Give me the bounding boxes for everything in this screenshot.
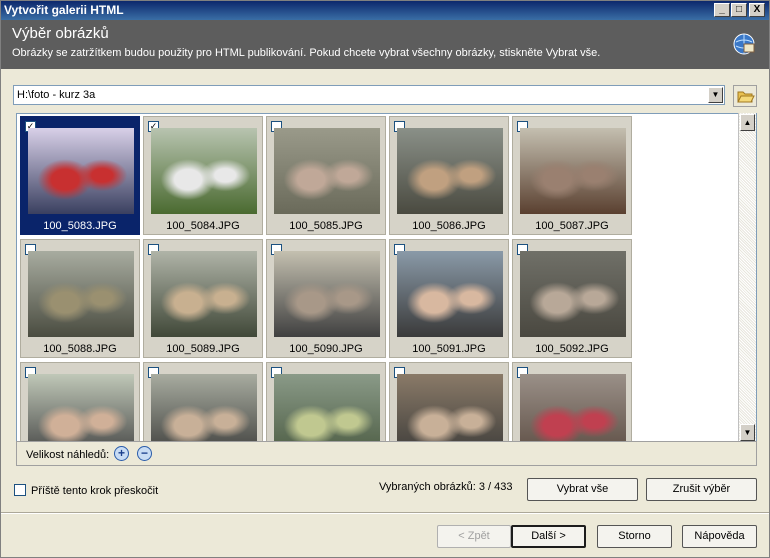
thumbnail-filename: 100_5090.JPG bbox=[289, 343, 363, 355]
thumbnail-filename: 100_5087.JPG bbox=[535, 220, 609, 232]
thumbnail-item[interactable]: 100_5090.JPG bbox=[266, 239, 386, 358]
thumbnail-item[interactable]: ✓ 100_5084.JPG bbox=[143, 116, 263, 235]
thumbnail-image bbox=[397, 374, 503, 441]
next-button[interactable]: Další > bbox=[511, 525, 586, 548]
page-subtitle: Obrázky se zatržítkem budou použity pro … bbox=[12, 47, 601, 59]
thumbnail-image bbox=[151, 251, 257, 337]
thumbnail-image bbox=[28, 128, 134, 214]
browse-folder-button[interactable] bbox=[733, 85, 757, 107]
thumbnail-item[interactable] bbox=[266, 362, 386, 441]
thumbnail-item[interactable]: 100_5087.JPG bbox=[512, 116, 632, 235]
thumbnail-image bbox=[274, 128, 380, 214]
thumbnail-image bbox=[520, 251, 626, 337]
maximize-button[interactable]: □ bbox=[731, 3, 747, 17]
thumbnail-item[interactable]: 100_5088.JPG bbox=[20, 239, 140, 358]
folder-path-combo[interactable]: H:\foto - kurz 3a ▼ bbox=[13, 85, 725, 105]
thumbnail-size-label: Velikost náhledů: bbox=[26, 449, 110, 461]
thumbnail-item[interactable]: 100_5085.JPG bbox=[266, 116, 386, 235]
thumbnail-filename: 100_5088.JPG bbox=[43, 343, 117, 355]
skip-step-label[interactable]: Příště tento krok přeskočit bbox=[31, 485, 158, 497]
selected-count: Vybraných obrázků: 3 / 433 bbox=[379, 481, 513, 493]
help-button[interactable]: Nápověda bbox=[682, 525, 757, 548]
thumbnail-item[interactable] bbox=[143, 362, 263, 441]
title-bar: Vytvořit galerii HTML _ □ X bbox=[0, 0, 770, 20]
thumbnail-item[interactable] bbox=[512, 362, 632, 441]
window-title: Vytvořit galerii HTML bbox=[4, 3, 124, 17]
thumbnail-scrollbar[interactable]: ▲ ▼ bbox=[738, 113, 756, 442]
thumbnail-filename: 100_5083.JPG bbox=[43, 220, 117, 232]
thumbnail-image bbox=[28, 251, 134, 337]
thumbnail-image bbox=[151, 374, 257, 441]
zoom-in-icon[interactable]: + bbox=[114, 446, 129, 461]
thumbnail-filename: 100_5086.JPG bbox=[412, 220, 486, 232]
minimize-button[interactable]: _ bbox=[714, 3, 730, 17]
thumbnail-item[interactable] bbox=[20, 362, 140, 441]
thumbnail-item[interactable]: ✓ 100_5083.JPG bbox=[20, 116, 140, 235]
thumbnail-item[interactable] bbox=[389, 362, 509, 441]
thumbnail-image bbox=[397, 251, 503, 337]
thumbnail-grid[interactable]: ✓ 100_5083.JPG ✓ 100_5084.JPG 100_5085.JPG 10… bbox=[16, 113, 757, 442]
thumbnail-filename: 100_5084.JPG bbox=[166, 220, 240, 232]
thumbnail-image bbox=[28, 374, 134, 441]
thumbnail-image bbox=[274, 374, 380, 441]
thumbnail-image bbox=[274, 251, 380, 337]
clear-selection-button[interactable]: Zrušit výběr bbox=[646, 478, 757, 501]
thumbnail-filename: 100_5085.JPG bbox=[289, 220, 363, 232]
thumbnail-image bbox=[520, 128, 626, 214]
thumbnail-filename: 100_5089.JPG bbox=[166, 343, 240, 355]
cancel-button[interactable]: Storno bbox=[597, 525, 672, 548]
back-button[interactable]: < Zpět bbox=[437, 525, 511, 548]
thumbnail-filename: 100_5091.JPG bbox=[412, 343, 486, 355]
thumbnail-item[interactable]: 100_5092.JPG bbox=[512, 239, 632, 358]
page-title: Výběr obrázků bbox=[12, 25, 109, 42]
chevron-down-icon[interactable]: ▼ bbox=[708, 87, 723, 103]
skip-step-checkbox[interactable] bbox=[14, 484, 26, 496]
close-button[interactable]: X bbox=[749, 3, 765, 17]
select-all-button[interactable]: Vybrat vše bbox=[527, 478, 638, 501]
footer-separator bbox=[0, 512, 770, 514]
gallery-globe-icon bbox=[733, 33, 755, 55]
thumbnail-image bbox=[151, 128, 257, 214]
thumbnail-image bbox=[520, 374, 626, 441]
thumbnail-filename: 100_5092.JPG bbox=[535, 343, 609, 355]
folder-open-icon bbox=[737, 91, 755, 103]
wizard-header: Výběr obrázků Obrázky se zatržítkem budo… bbox=[0, 20, 770, 69]
zoom-out-icon[interactable]: − bbox=[137, 446, 152, 461]
folder-path-value: H:\foto - kurz 3a bbox=[17, 89, 96, 101]
scroll-down-button[interactable]: ▼ bbox=[740, 424, 755, 441]
thumbnail-item[interactable]: 100_5089.JPG bbox=[143, 239, 263, 358]
thumbnail-image bbox=[397, 128, 503, 214]
thumbnail-size-bar: Velikost náhledů: + − bbox=[16, 441, 757, 466]
thumbnail-item[interactable]: 100_5086.JPG bbox=[389, 116, 509, 235]
scroll-up-button[interactable]: ▲ bbox=[740, 114, 755, 131]
thumbnail-item[interactable]: 100_5091.JPG bbox=[389, 239, 509, 358]
